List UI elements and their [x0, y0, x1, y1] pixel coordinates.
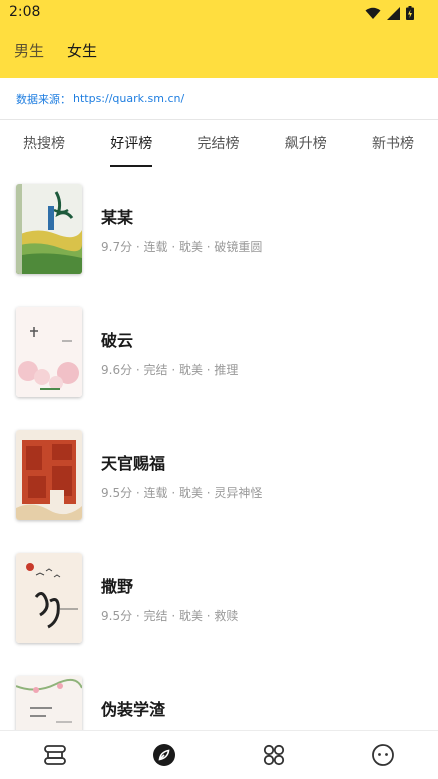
- bookshelf-icon: [43, 745, 66, 765]
- data-source-label: 数据来源：: [16, 92, 71, 106]
- book-list-item[interactable]: 伪装学渣: [0, 660, 438, 730]
- book-list-item[interactable]: 某某 9.7分 · 连载 · 耽美 · 破镜重圆: [0, 168, 438, 291]
- category-icon: [263, 744, 284, 766]
- nav-profile[interactable]: [353, 733, 413, 777]
- tab-completed[interactable]: 完结榜: [198, 120, 240, 168]
- book-cover: [16, 553, 82, 643]
- book-title: 某某: [101, 208, 134, 227]
- book-meta: 9.5分 · 完结 · 耽美 · 救赎: [101, 609, 239, 623]
- app-header: 2:08 男生 女生: [0, 0, 438, 78]
- rank-tabs: 热搜榜 好评榜 完结榜 飙升榜 新书榜: [0, 120, 438, 168]
- tab-top-rated[interactable]: 好评榜: [110, 120, 153, 168]
- tab-female[interactable]: 女生: [67, 40, 97, 62]
- nav-category[interactable]: [244, 733, 304, 777]
- status-icons: [365, 6, 414, 20]
- tab-rising[interactable]: 飙升榜: [285, 120, 327, 168]
- book-meta: 9.5分 · 连载 · 耽美 · 灵异神怪: [101, 486, 263, 500]
- book-list-item[interactable]: 破云 9.6分 · 完结 · 耽美 · 推理: [0, 291, 438, 414]
- wifi-icon: [365, 7, 381, 19]
- signal-icon: [387, 6, 400, 20]
- book-title: 破云: [101, 331, 134, 350]
- nav-bookshelf[interactable]: [25, 733, 85, 777]
- gender-tabs: 男生 女生: [0, 40, 106, 62]
- book-meta: 9.6分 · 完结 · 耽美 · 推理: [101, 363, 239, 377]
- nav-discover[interactable]: [134, 733, 194, 777]
- data-source-link[interactable]: https://quark.sm.cn/: [73, 92, 184, 105]
- profile-face-icon: [372, 744, 395, 766]
- book-title: 撒野: [101, 577, 134, 596]
- tab-hot-search[interactable]: 热搜榜: [23, 120, 65, 168]
- status-time: 2:08: [9, 4, 41, 20]
- book-cover: [16, 184, 82, 274]
- book-title: 伪装学渣: [101, 700, 166, 719]
- tab-male[interactable]: 男生: [14, 40, 44, 62]
- bottom-nav: [0, 730, 438, 779]
- compass-icon: [153, 744, 176, 766]
- book-list-item[interactable]: 撒野 9.5分 · 完结 · 耽美 · 救赎: [0, 537, 438, 660]
- book-cover: [16, 430, 82, 520]
- data-source-row: 数据来源： https://quark.sm.cn/: [0, 78, 438, 120]
- book-title: 天官赐福: [101, 454, 166, 473]
- book-list: 某某 9.7分 · 连载 · 耽美 · 破镜重圆 破云 9.6分 · 完结 · …: [0, 168, 438, 730]
- book-list-item[interactable]: 天官赐福 9.5分 · 连载 · 耽美 · 灵异神怪: [0, 414, 438, 537]
- book-cover: [16, 676, 82, 730]
- book-cover: [16, 307, 82, 397]
- tab-new-books[interactable]: 新书榜: [372, 120, 414, 168]
- book-meta: 9.7分 · 连载 · 耽美 · 破镜重圆: [101, 240, 263, 254]
- status-bar: 2:08: [0, 0, 438, 26]
- battery-icon: [406, 6, 414, 20]
